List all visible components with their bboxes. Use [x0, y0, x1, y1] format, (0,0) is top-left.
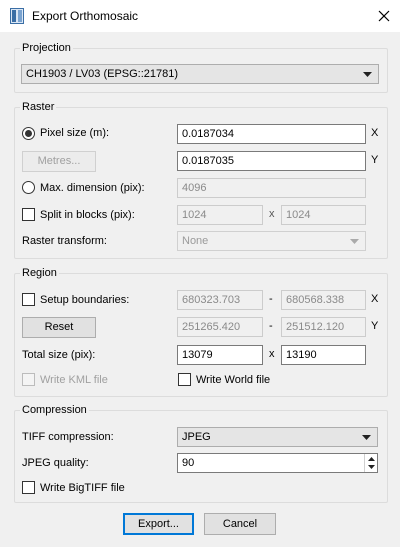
write-world-checkbox[interactable] [178, 373, 191, 386]
y-min-input[interactable]: 251265.420 [177, 317, 263, 337]
jpeg-quality-label: JPEG quality: [22, 457, 89, 469]
close-icon [378, 10, 390, 22]
x-range-dash: - [269, 293, 273, 305]
total-width-input[interactable]: 13079 [177, 345, 263, 365]
jpeg-quality-spinbox[interactable]: 90 [177, 453, 378, 473]
raster-group-title: Raster [20, 101, 57, 113]
spin-down-icon[interactable] [368, 465, 375, 469]
write-world-label: Write World file [196, 374, 271, 386]
write-kml-checkbox[interactable] [22, 373, 35, 386]
spin-up-icon[interactable] [368, 457, 375, 461]
tiff-compression-label: TIFF compression: [22, 431, 114, 443]
jpeg-quality-value: 90 [182, 457, 195, 469]
pixel-size-x-input[interactable]: 0.0187034 [177, 124, 366, 144]
raster-transform-value: None [182, 235, 209, 247]
tiff-compression-select[interactable]: JPEG [177, 427, 378, 447]
pixel-size-x-axis-label: X [371, 127, 379, 139]
split-blocks-label: Split in blocks (pix): [40, 209, 135, 221]
max-dimension-radio[interactable] [22, 181, 35, 194]
max-dimension-label: Max. dimension (pix): [40, 182, 145, 194]
close-button[interactable] [368, 0, 400, 32]
chevron-down-icon [350, 239, 359, 244]
jpeg-quality-spinner[interactable] [364, 454, 377, 472]
split-blocks-checkbox[interactable] [22, 208, 35, 221]
region-y-axis-label: Y [371, 320, 379, 332]
write-bigtiff-label: Write BigTIFF file [40, 482, 125, 494]
block-by-label: x [269, 208, 275, 220]
pixel-size-y-axis-label: Y [371, 154, 379, 166]
metres-button[interactable]: Metres... [22, 151, 96, 172]
chevron-down-icon [363, 72, 372, 77]
x-max-input[interactable]: 680568.338 [281, 290, 366, 310]
title-bar: Export Orthomosaic [0, 0, 400, 32]
cancel-button[interactable]: Cancel [204, 513, 276, 535]
tiff-compression-value: JPEG [182, 431, 211, 443]
y-range-dash: - [269, 320, 273, 332]
app-document-icon [10, 8, 24, 24]
export-button[interactable]: Export... [123, 513, 194, 535]
total-height-input[interactable]: 13190 [281, 345, 366, 365]
compression-group-title: Compression [20, 404, 89, 416]
setup-boundaries-checkbox[interactable] [22, 293, 35, 306]
window-title: Export Orthomosaic [32, 9, 139, 23]
reset-button[interactable]: Reset [22, 317, 96, 338]
write-bigtiff-checkbox[interactable] [22, 481, 35, 494]
chevron-down-icon [362, 435, 371, 440]
write-kml-label: Write KML file [40, 374, 108, 386]
projection-select-value: CH1903 / LV03 (EPSG::21781) [26, 68, 179, 80]
x-min-input[interactable]: 680323.703 [177, 290, 263, 310]
y-max-input[interactable]: 251512.120 [281, 317, 366, 337]
projection-group-title: Projection [20, 42, 73, 54]
block-width-input[interactable]: 1024 [177, 205, 263, 225]
raster-transform-select[interactable]: None [177, 231, 366, 251]
raster-transform-label: Raster transform: [22, 235, 107, 247]
max-dimension-input[interactable]: 4096 [177, 178, 366, 198]
projection-select[interactable]: CH1903 / LV03 (EPSG::21781) [21, 64, 379, 84]
region-x-axis-label: X [371, 293, 379, 305]
total-size-label: Total size (pix): [22, 349, 96, 361]
region-group-title: Region [20, 267, 59, 279]
pixel-size-label: Pixel size (m): [40, 127, 110, 139]
pixel-size-radio[interactable] [22, 127, 35, 140]
setup-boundaries-label: Setup boundaries: [40, 294, 130, 306]
block-height-input[interactable]: 1024 [281, 205, 366, 225]
pixel-size-y-input[interactable]: 0.0187035 [177, 151, 366, 171]
total-size-by-label: x [269, 348, 275, 360]
